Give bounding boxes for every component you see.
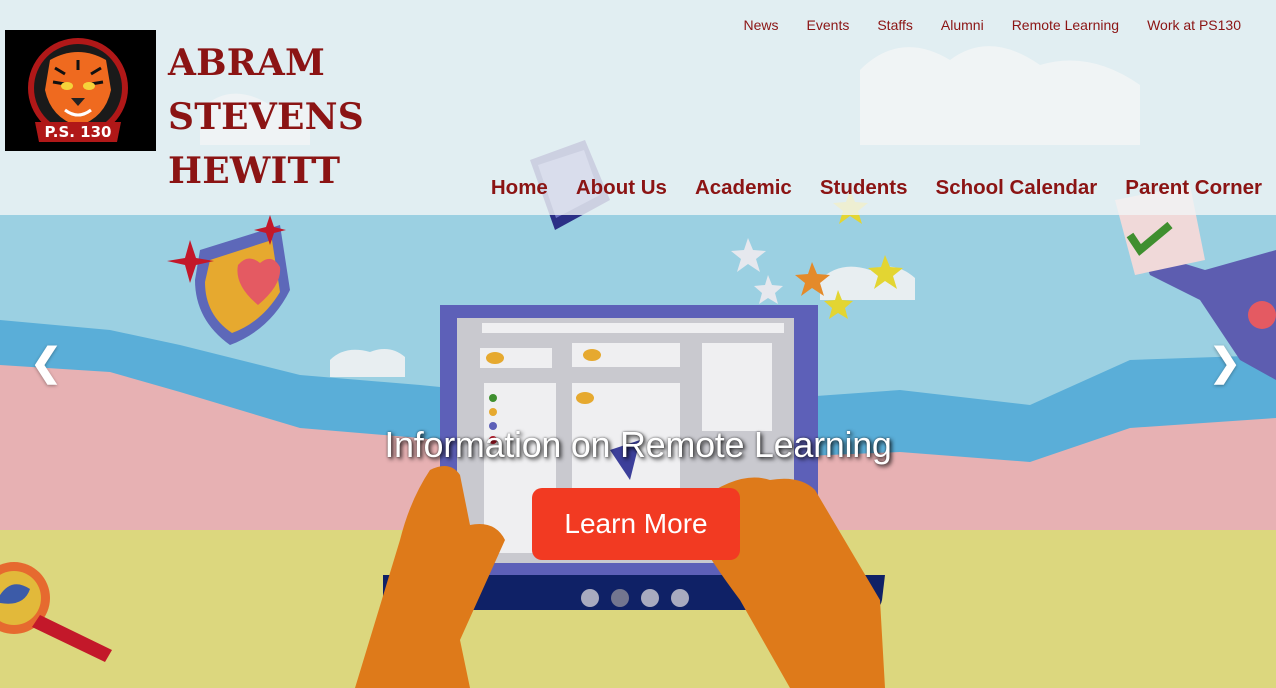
main-nav-about-us[interactable]: About Us — [576, 174, 667, 202]
main-nav-students[interactable]: Students — [820, 174, 908, 202]
slider-dot-4[interactable] — [671, 589, 689, 607]
top-nav-staffs[interactable]: Staffs — [877, 16, 913, 34]
main-nav-academic[interactable]: Academic — [695, 174, 792, 202]
top-nav-remote-learning[interactable]: Remote Learning — [1012, 16, 1119, 34]
slider-dots — [581, 589, 689, 607]
slider-dot-1[interactable] — [581, 589, 599, 607]
main-nav-school-calendar[interactable]: School Calendar — [936, 174, 1098, 202]
top-nav-alumni[interactable]: Alumni — [941, 16, 984, 34]
top-nav-events[interactable]: Events — [807, 16, 850, 34]
slider-prev-icon[interactable]: ❮ — [26, 338, 66, 388]
top-nav-work-at-ps130[interactable]: Work at PS130 — [1147, 16, 1241, 34]
top-nav-news[interactable]: News — [744, 16, 779, 34]
slider-next-icon[interactable]: ❯ — [1205, 338, 1245, 388]
main-nav: Home About Us Academic Students School C… — [463, 174, 1262, 202]
learn-more-button[interactable]: Learn More — [532, 488, 740, 560]
slider-dot-3[interactable] — [641, 589, 659, 607]
main-nav-home[interactable]: Home — [491, 174, 548, 202]
main-nav-parent-corner[interactable]: Parent Corner — [1125, 174, 1262, 202]
school-logo[interactable]: P.S. 130 — [5, 30, 156, 151]
site-header: P.S. 130 ABRAM STEVENS HEWITT News Event… — [0, 0, 1276, 215]
logo-text: P.S. 130 — [44, 123, 112, 141]
top-nav: News Events Staffs Alumni Remote Learnin… — [716, 16, 1241, 34]
school-name-line1: ABRAM STEVENS — [168, 42, 364, 138]
slide-caption: Information on Remote Learning — [384, 424, 892, 465]
slider-dot-2[interactable] — [611, 589, 629, 607]
